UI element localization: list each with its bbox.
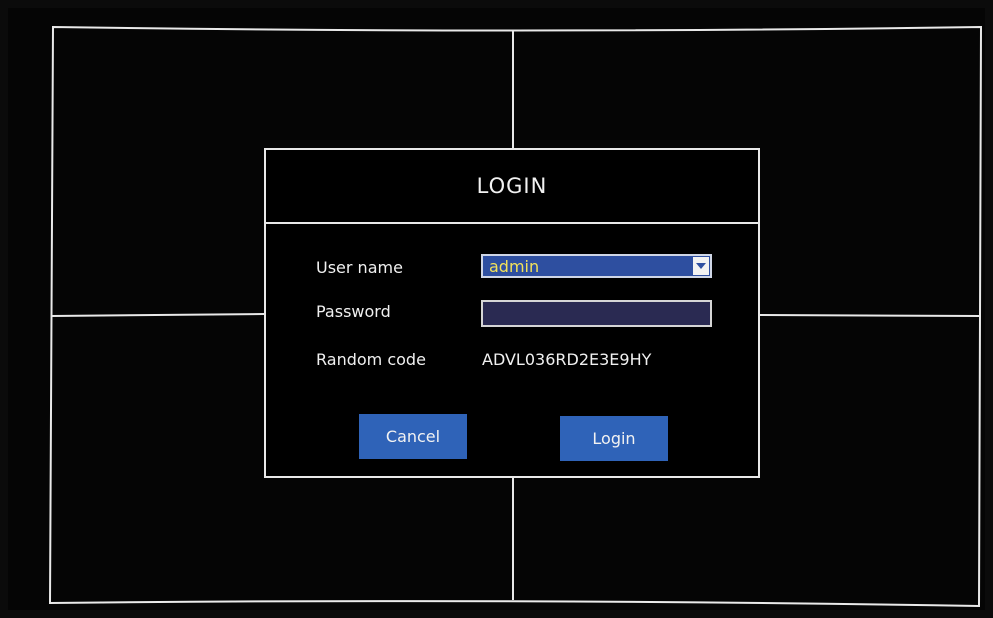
random-code-label: Random code <box>316 350 426 369</box>
username-value: admin <box>489 257 540 276</box>
grid-horizontal-left <box>51 313 265 317</box>
chevron-down-icon[interactable] <box>693 257 709 275</box>
password-label: Password <box>316 302 391 321</box>
screen: LOGIN User name admin Password Random co… <box>0 0 993 618</box>
username-select[interactable]: admin <box>481 254 712 278</box>
cancel-button[interactable]: Cancel <box>359 414 467 459</box>
password-input[interactable] <box>481 300 712 327</box>
login-dialog: LOGIN User name admin Password Random co… <box>264 148 760 478</box>
grid-horizontal-right <box>759 314 981 317</box>
login-button[interactable]: Login <box>560 416 668 461</box>
dialog-header: LOGIN <box>266 150 758 224</box>
username-label: User name <box>316 258 403 277</box>
random-code-value: ADVL036RD2E3E9HY <box>482 350 652 369</box>
dialog-title: LOGIN <box>476 174 548 198</box>
